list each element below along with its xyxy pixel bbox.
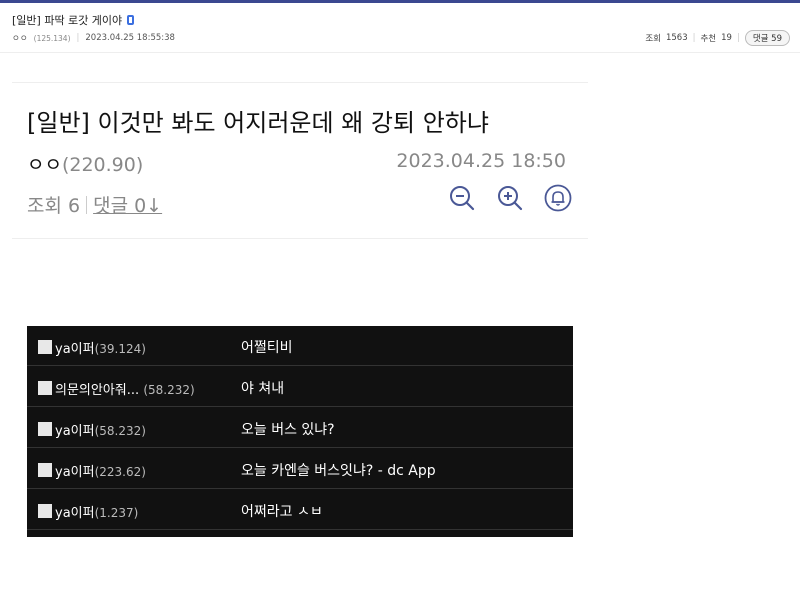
comment-text: 어쩌라고 ㅅㅂ	[241, 504, 323, 520]
comment-text: 오늘 카엔슬 버스잇냐? - dc App	[241, 463, 436, 479]
post-stats: 조회 1563 | 추천 19 | 댓글 59	[645, 30, 790, 46]
comment-checkbox[interactable]	[38, 340, 52, 354]
header-divider	[0, 52, 800, 53]
post-date: 2023.04.25 18:55:38	[85, 33, 175, 43]
embedded-icon-group	[448, 184, 572, 212]
comment-author-ip: (1.237)	[94, 506, 139, 520]
comments-button[interactable]: 댓글 59	[744, 30, 790, 46]
recommend-label: 추천	[700, 34, 717, 44]
comment-author-ip: (58.232)	[94, 424, 146, 438]
comment-checkbox[interactable]	[38, 504, 52, 518]
comment-author: ya이퍼(223.62)	[55, 461, 146, 480]
comment-author-ip: (39.124)	[94, 342, 146, 356]
comment-row: ya이퍼(1.237) 어쩌라고 ㅅㅂ	[27, 490, 573, 530]
top-accent-bar	[0, 0, 800, 3]
embedded-author-name: ㅇㅇ	[27, 154, 62, 176]
comment-row: ya이퍼(223.62) 오늘 카엔슬 버스잇냐? - dc App	[27, 449, 573, 489]
bell-icon	[544, 184, 572, 212]
comment-author-name: ya이퍼	[55, 465, 95, 480]
comment-row: ya이퍼(58.232) 오늘 버스 있냐?	[27, 408, 573, 448]
zoom-in-icon	[498, 186, 523, 211]
embedded-title: [일반] 이것만 봐도 어지러운데 왜 강퇴 안하냐	[27, 109, 489, 137]
stats-separator: |	[736, 33, 740, 43]
author-name[interactable]: ㅇㅇ	[12, 32, 28, 44]
embedded-date: 2023.04.25 18:50	[396, 150, 566, 172]
embedded-comments-link: 댓글 0↓	[93, 195, 163, 217]
embedded-views: 조회 6	[27, 195, 81, 217]
comment-row: 의문의안아줘... (58.232) 야 쳐내	[27, 367, 573, 407]
comment-author: ya이퍼(39.124)	[55, 338, 146, 357]
comment-list: ya이퍼(39.124) 어쩔티비 의문의안아줘... (58.232) 야 쳐…	[27, 326, 573, 537]
comment-row: ya이퍼(39.124) 어쩔티비	[27, 326, 573, 366]
comments-count: 59	[771, 34, 782, 44]
embedded-author-ip: (220.90)	[61, 154, 144, 176]
comment-checkbox[interactable]	[38, 422, 52, 436]
embedded-author: ㅇㅇ(220.90)	[27, 150, 143, 177]
recommend-count: 19	[721, 33, 732, 43]
mobile-icon	[127, 15, 135, 25]
post-meta: ㅇㅇ (125.134) | 2023.04.25 18:55:38	[12, 32, 175, 44]
comment-author: 의문의안아줘... (58.232)	[55, 379, 195, 398]
comment-text: 오늘 버스 있냐?	[241, 422, 335, 438]
comment-author-name: ya이퍼	[55, 506, 95, 521]
comment-author-ip: (223.62)	[94, 465, 146, 479]
comment-author: ya이퍼(58.232)	[55, 420, 146, 439]
comment-checkbox[interactable]	[38, 381, 52, 395]
stats-separator: |	[692, 33, 696, 43]
comment-checkbox[interactable]	[38, 463, 52, 477]
meta-separator: |	[76, 33, 80, 43]
embedded-stats: 조회 6 댓글 0↓	[27, 191, 162, 218]
views-label: 조회	[645, 34, 661, 44]
comment-author-name: 의문의안아줘...	[55, 383, 140, 398]
post-title-text: [일반] 파딱 로갓 게이야	[12, 14, 123, 27]
embedded-stats-separator	[86, 195, 88, 214]
comment-text: 야 쳐내	[241, 381, 285, 397]
comment-author: ya이퍼(1.237)	[55, 502, 138, 521]
views-count: 1563	[665, 33, 688, 43]
author-ip: (125.134)	[33, 33, 71, 43]
comment-author-name: ya이퍼	[55, 424, 95, 439]
post-title: [일반] 파딱 로갓 게이야	[12, 12, 135, 28]
comment-text: 어쩔티비	[241, 340, 293, 356]
zoom-out-icon	[450, 186, 475, 211]
comment-author-ip: (58.232)	[143, 383, 195, 397]
comments-label: 댓글	[752, 34, 769, 44]
embedded-screenshot: [일반] 이것만 봐도 어지러운데 왜 강퇴 안하냐 ㅇㅇ(220.90) 20…	[12, 82, 588, 239]
comment-author-name: ya이퍼	[55, 342, 95, 357]
